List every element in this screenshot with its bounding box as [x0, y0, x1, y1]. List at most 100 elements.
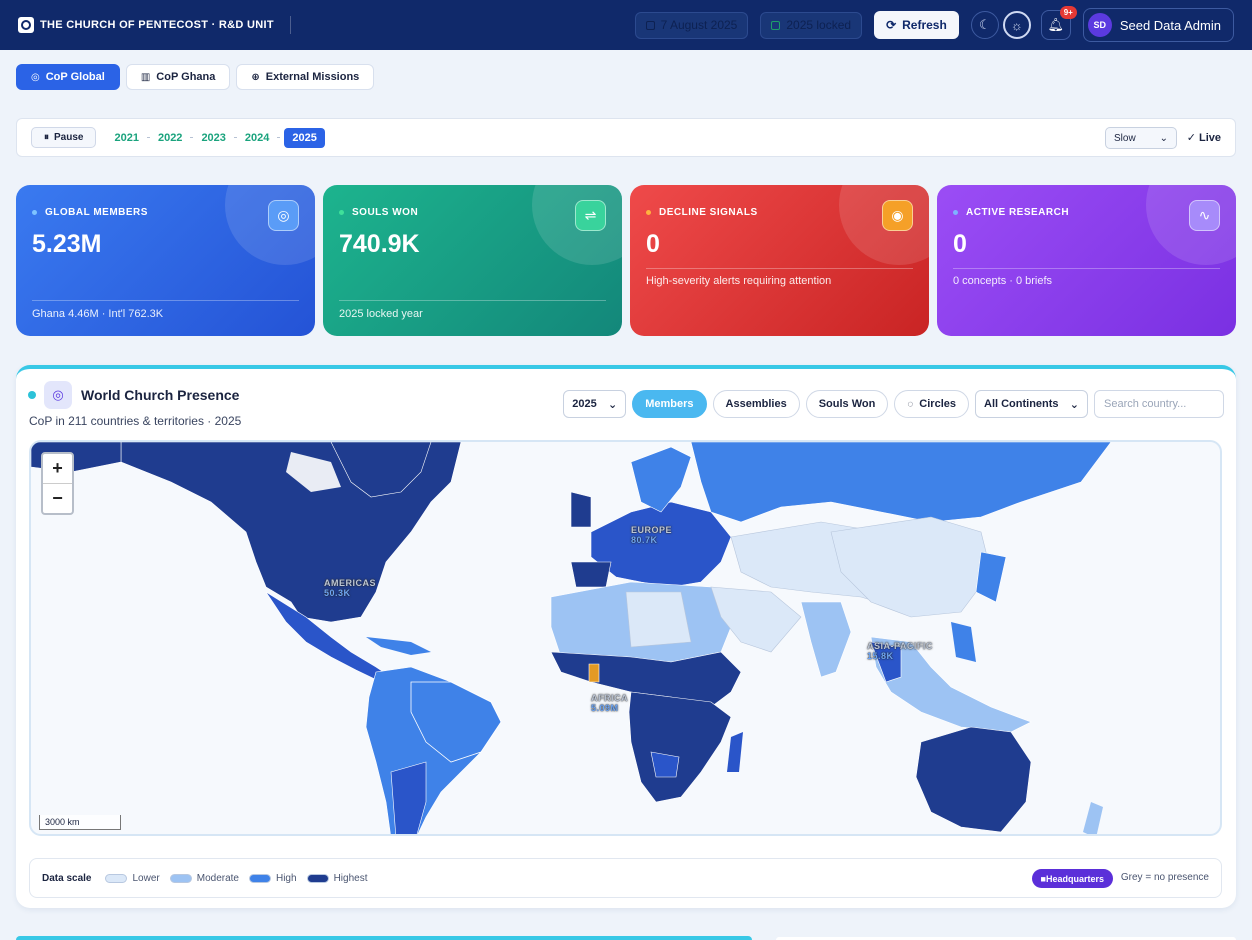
- live-toggle[interactable]: ✓ Live: [1187, 131, 1221, 144]
- calendar-icon: [645, 20, 655, 30]
- year-select[interactable]: 2025 ⌄: [563, 390, 627, 418]
- zoom-out-button[interactable]: −: [43, 484, 72, 513]
- kpi-label: DECLINE SIGNALS: [659, 207, 758, 218]
- world-map[interactable]: + − AMERICAS 50.3K EUROPE 80.7K AFRICA 5.09…: [29, 440, 1222, 836]
- metric-members[interactable]: Members: [632, 390, 707, 418]
- target-icon: ◉: [882, 200, 913, 231]
- legend-item-highest: Highest: [306, 872, 368, 884]
- tab-label: CoP Global: [45, 71, 105, 83]
- region-name: ASIA-PACIFIC: [867, 641, 933, 651]
- kpi-sub: Ghana 4.46M · Int'l 762.3K: [32, 308, 164, 320]
- date-text: 7 August 2025: [660, 18, 738, 32]
- pause-button[interactable]: ⏸︎ Pause: [31, 127, 97, 148]
- metric-label: Circles: [919, 398, 956, 410]
- moon-icon[interactable]: ☾: [970, 11, 999, 39]
- kpi-global-members[interactable]: GLOBAL MEMBERS 5.23M ◎ Ghana 4.46M · Int…: [16, 185, 315, 336]
- map-legend: Data scale Lower Moderate High Highest ■…: [29, 858, 1222, 898]
- kpi-sub: 0 concepts · 0 briefs: [953, 275, 1053, 287]
- legend-item-high: High: [248, 872, 297, 884]
- kpi-label: SOULS WON: [352, 207, 419, 218]
- map-central-southern-africa: [628, 691, 732, 803]
- map-scandinavia: [630, 446, 692, 513]
- user-menu[interactable]: SD Seed Data Admin: [1082, 8, 1234, 42]
- kpi-sub: High-severity alerts requiring attention: [646, 275, 832, 287]
- kpi-decline-signals[interactable]: DECLINE SIGNALS 0 ◉ High-severity alerts…: [630, 185, 929, 336]
- map-scale: 3000 km: [39, 815, 121, 830]
- zoom-in-button[interactable]: +: [43, 454, 72, 484]
- kpi-active-research[interactable]: ACTIVE RESEARCH 0 ∿ 0 concepts · 0 brief…: [937, 185, 1236, 336]
- locked-text: 2025 locked: [786, 18, 852, 32]
- user-name: Seed Data Admin: [1119, 17, 1221, 33]
- refresh-button[interactable]: ⟳ Refresh: [874, 11, 959, 39]
- tab-label: CoP Ghana: [156, 71, 216, 83]
- year-2021[interactable]: 2021: [110, 129, 142, 147]
- tab-external-missions[interactable]: ⊕ External Missions: [236, 64, 375, 90]
- kpi-value: 0: [953, 230, 967, 258]
- year-2024[interactable]: 2024: [241, 129, 273, 147]
- map-russia: [690, 442, 1112, 523]
- map-madagascar: [727, 732, 743, 772]
- tab-cop-global[interactable]: ◎ CoP Global: [16, 64, 120, 90]
- legend-label: Highest: [333, 872, 368, 884]
- next-card-top: [16, 936, 752, 940]
- map-uk: [570, 491, 592, 528]
- year-2022[interactable]: 2022: [154, 129, 186, 147]
- sun-icon[interactable]: ☼: [1002, 11, 1031, 39]
- map-ghana-hq: [588, 663, 600, 683]
- kpi-label: GLOBAL MEMBERS: [45, 207, 148, 218]
- legend-title: Data scale: [42, 872, 92, 884]
- card-title: World Church Presence: [81, 387, 240, 403]
- region-name: AMERICAS: [324, 578, 377, 588]
- country-search-input[interactable]: Search country...: [1094, 390, 1224, 418]
- map-sahara: [625, 591, 692, 648]
- kpi-value: 5.23M: [32, 230, 102, 258]
- tab-cop-ghana[interactable]: ▥ CoP Ghana: [125, 64, 231, 90]
- live-label: Live: [1198, 132, 1221, 144]
- avatar: SD: [1087, 13, 1112, 37]
- metric-souls-won[interactable]: Souls Won: [805, 390, 889, 418]
- map-japan: [975, 551, 1007, 603]
- region-value: 80.7K: [631, 535, 658, 545]
- metric-circles[interactable]: ◌ Circles: [894, 390, 969, 418]
- pause-icon: ⏸︎: [44, 132, 49, 143]
- chevron-down-icon: ⌄: [1069, 398, 1079, 411]
- locked-pill[interactable]: 2025 locked: [760, 11, 863, 39]
- world-icon: ⊕: [251, 71, 260, 83]
- notifications-button[interactable]: 🔔︎ 9+: [1040, 6, 1077, 40]
- chevron-down-icon: ⌄: [1159, 132, 1168, 144]
- metric-assemblies[interactable]: Assemblies: [712, 390, 800, 418]
- circle-dashed-icon: ◌: [907, 398, 914, 410]
- continent-select[interactable]: All Continents ⌄: [975, 390, 1088, 418]
- route-icon: ⇌: [575, 200, 606, 231]
- top-bar: THE CHURCH OF PENTECOST · R&D UNIT 7 Aug…: [0, 0, 1252, 50]
- refresh-icon: ⟳: [886, 18, 897, 32]
- legend-item-moderate: Moderate: [169, 873, 239, 884]
- lock-icon: [771, 20, 781, 30]
- chevron-down-icon: ⌄: [608, 398, 618, 411]
- date-pill[interactable]: 7 August 2025: [634, 11, 749, 39]
- region-value: 50.3K: [324, 588, 351, 598]
- map-caribbean: [366, 637, 431, 655]
- brand-title: THE CHURCH OF PENTECOST · R&D UNIT: [40, 19, 274, 31]
- map-philippines: [951, 622, 976, 662]
- region-label-asia-pacific: ASIA-PACIFIC 15.8K: [867, 641, 933, 661]
- zoom-control: + −: [41, 452, 74, 515]
- year-list: 2021 2022 2023 2024 2025: [110, 127, 325, 148]
- globe-icon: ◎: [44, 381, 72, 409]
- map-controls: 2025 ⌄ Members Assemblies Souls Won ◌ Circ…: [563, 390, 1224, 418]
- world-map-svg: [31, 442, 1112, 834]
- year-2023[interactable]: 2023: [197, 129, 229, 147]
- theme-toggle: ☾ ☼: [970, 11, 1031, 39]
- kpi-value: 0: [646, 230, 660, 258]
- speed-select[interactable]: Slow ⌄: [1105, 127, 1177, 149]
- pulse-icon: ∿: [1189, 200, 1220, 231]
- bell-icon: 🔔︎: [1047, 17, 1065, 32]
- globe-icon: ◎: [268, 200, 299, 231]
- year-2025[interactable]: 2025: [284, 127, 325, 148]
- continent-value: All Continents: [984, 398, 1059, 410]
- legend-label: High: [275, 872, 297, 884]
- kpi-sub: 2025 locked year: [339, 308, 423, 320]
- pause-label: Pause: [54, 132, 84, 143]
- kpi-souls-won[interactable]: SOULS WON 740.9K ⇌ 2025 locked year: [323, 185, 622, 336]
- status-dot: [28, 391, 36, 399]
